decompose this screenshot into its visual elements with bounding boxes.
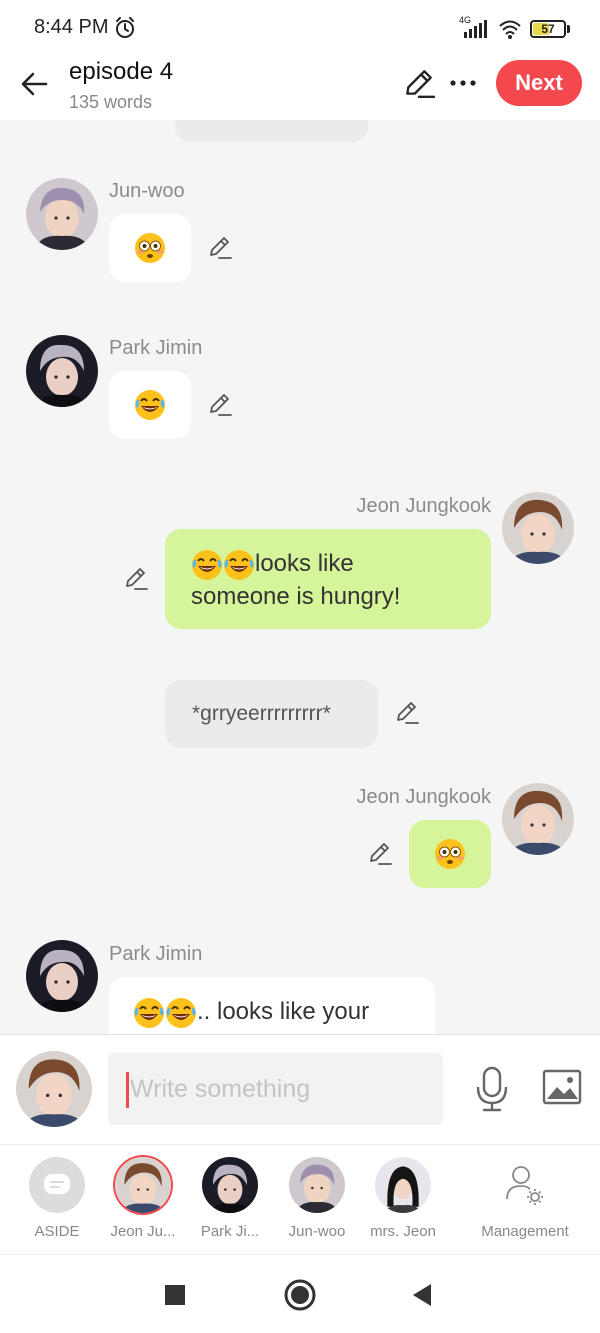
- character-mrs-jeon[interactable]: mrs. Jeon: [358, 1157, 448, 1240]
- image-icon[interactable]: [540, 1067, 584, 1107]
- tears-of-joy-emoji: [133, 996, 165, 1029]
- episode-title: episode 4: [69, 58, 174, 85]
- character-jun-woo[interactable]: Jun-woo: [272, 1157, 362, 1240]
- word-count: 135 words: [69, 92, 153, 112]
- sender-name: Park Jimin: [109, 337, 203, 359]
- sender-name: Park Jimin: [109, 943, 203, 965]
- avatar-jeon-jungkook: [115, 1157, 171, 1213]
- avatar-park-jimin: [202, 1157, 258, 1213]
- message-line: looks like: [191, 548, 491, 581]
- management-avatar: [497, 1157, 553, 1213]
- message-input-placeholder: Write something: [130, 1075, 311, 1103]
- microphone-icon[interactable]: [470, 1065, 514, 1113]
- message-text: .. looks like your: [197, 998, 370, 1025]
- edit-message-icon[interactable]: [205, 233, 235, 263]
- message-text: looks like: [255, 550, 354, 577]
- wifi-icon: [499, 20, 521, 39]
- tears-of-joy-emoji: [223, 548, 255, 581]
- message-text: someone is hungry!: [191, 582, 401, 610]
- message-bubble[interactable]: looks like someone is hungry!: [165, 529, 491, 629]
- message-bubble[interactable]: [109, 371, 191, 439]
- next-button[interactable]: Next: [496, 60, 582, 106]
- avatar-jeon-jungkook[interactable]: [502, 492, 574, 564]
- message-bubble[interactable]: [109, 214, 191, 282]
- system-nav-bar: [0, 1254, 600, 1333]
- chat-area[interactable]: Jun-woo Park Jimin Jeon Jungkook looks l…: [0, 120, 600, 1034]
- flushed-face-emoji: [434, 838, 466, 870]
- tears-of-joy-emoji: [165, 996, 197, 1029]
- status-time: 8:44 PM: [34, 16, 109, 38]
- aside-bubble[interactable]: *grryeerrrrrrrrr*: [165, 680, 378, 748]
- avatar-park-jimin[interactable]: [26, 335, 98, 407]
- avatar-mrs-jeon: [375, 1157, 431, 1213]
- character-label: Park Ji...: [200, 1223, 260, 1240]
- character-jeon-jungkook[interactable]: Jeon Ju...: [98, 1157, 188, 1240]
- text-caret: [126, 1072, 129, 1108]
- flushed-face-emoji: [134, 232, 166, 264]
- character-park-jimin[interactable]: Park Ji...: [185, 1157, 275, 1240]
- character-label: ASIDE: [34, 1223, 80, 1240]
- user-settings-icon: [506, 1166, 543, 1205]
- signal-icon: [464, 20, 487, 38]
- sender-name: Jun-woo: [109, 180, 185, 202]
- message-input[interactable]: Write something: [108, 1053, 443, 1125]
- character-bar: ASIDE Jeon Ju... Park Ji... Jun-woo mrs.…: [0, 1144, 600, 1254]
- back-triangle-icon[interactable]: [402, 1275, 442, 1315]
- edit-message-icon[interactable]: [365, 839, 395, 869]
- previous-message-bubble[interactable]: [175, 120, 368, 142]
- sender-name: Jeon Jungkook: [356, 786, 491, 808]
- tears-of-joy-emoji: [134, 389, 166, 421]
- recents-square-icon[interactable]: [155, 1275, 195, 1315]
- edit-pencil-icon[interactable]: [402, 66, 436, 100]
- app-header: episode 4 135 words Next: [0, 56, 600, 120]
- character-aside[interactable]: ASIDE: [12, 1157, 102, 1240]
- avatar-jun-woo: [289, 1157, 345, 1213]
- edit-message-icon[interactable]: [121, 564, 151, 594]
- battery-tip: [567, 25, 570, 33]
- avatar-park-jimin[interactable]: [26, 940, 98, 1012]
- battery-level: 57: [541, 22, 555, 36]
- avatar-jeon-jungkook[interactable]: [502, 783, 574, 855]
- status-bar: 8:44 PM 4G 57: [0, 0, 600, 56]
- back-arrow-icon[interactable]: [16, 64, 56, 104]
- battery-indicator: 57: [530, 20, 566, 38]
- character-label: Jun-woo: [288, 1223, 346, 1240]
- character-management[interactable]: Management: [480, 1157, 570, 1240]
- alarm-icon: [116, 17, 134, 38]
- tears-of-joy-emoji: [191, 548, 223, 581]
- edit-message-icon[interactable]: [205, 390, 235, 420]
- speech-bubble-icon: [44, 1174, 70, 1194]
- avatar-jun-woo[interactable]: [26, 178, 98, 250]
- current-speaker-avatar[interactable]: [16, 1051, 92, 1127]
- character-label: mrs. Jeon: [370, 1223, 436, 1240]
- character-label: Management: [481, 1223, 569, 1240]
- message-bubble[interactable]: [409, 820, 491, 888]
- aside-avatar: [29, 1157, 85, 1213]
- more-options-icon[interactable]: [446, 66, 480, 100]
- aside-text: *grryeerrrrrrrrr*: [192, 702, 331, 725]
- message-composer: Write something: [0, 1034, 600, 1144]
- message-bubble[interactable]: .. looks like your: [109, 977, 435, 1034]
- character-label: Jeon Ju...: [110, 1223, 176, 1240]
- sender-name: Jeon Jungkook: [356, 495, 491, 517]
- home-circle-icon[interactable]: [280, 1275, 320, 1315]
- edit-message-icon[interactable]: [392, 698, 422, 728]
